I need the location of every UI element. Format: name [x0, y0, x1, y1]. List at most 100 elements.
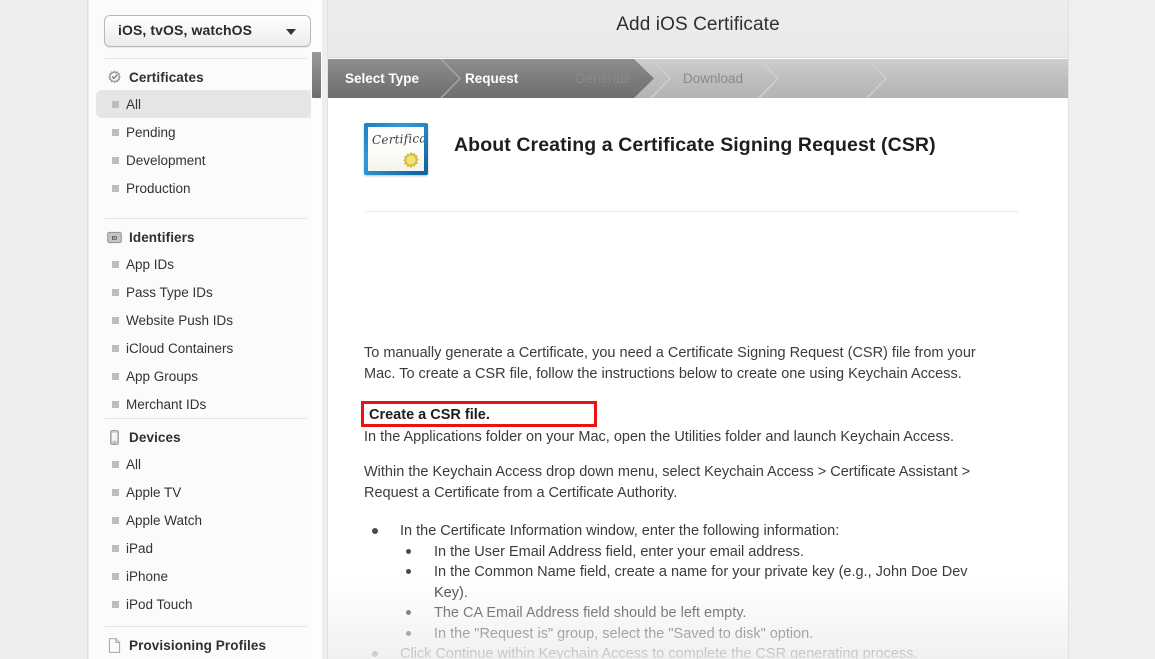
sidebar-item-bullet-icon: [112, 373, 119, 380]
intro-paragraph: To manually generate a Certificate, you …: [364, 345, 976, 382]
platform-select-dropdown[interactable]: iOS, tvOS, watchOS: [104, 15, 311, 47]
sidebar-item-all[interactable]: All: [96, 450, 314, 478]
sidebar-item-label: Apple TV: [126, 484, 182, 500]
sidebar-item-bullet-icon: [112, 185, 119, 192]
sidebar-scrollbar-thumb[interactable]: [312, 52, 321, 98]
sidebar-group-provisioning-profiles: Provisioning Profiles: [89, 632, 322, 658]
bullet-text: In the "Request is" group, select the "S…: [434, 625, 814, 642]
panel-titlebar: Add iOS Certificate: [328, 0, 1068, 58]
sidebar-item-production[interactable]: Production: [96, 174, 314, 202]
sidebar-item-ipad[interactable]: iPad: [96, 534, 314, 562]
sidebar-divider: [105, 218, 307, 219]
wizard-step-label: Generate: [575, 71, 632, 86]
sidebar-item-label: App IDs: [126, 256, 175, 272]
sidebar-item-bullet-icon: [112, 601, 119, 608]
sidebar-item-label: iPad: [126, 540, 154, 556]
wizard-separator-icon: [866, 59, 888, 98]
chevron-down-icon: [286, 29, 296, 35]
bullet-text: Click Continue within Keychain Access to…: [400, 646, 918, 659]
bullet-dot-icon: [406, 569, 411, 574]
sidebar-item-apple-watch[interactable]: Apple Watch: [96, 506, 314, 534]
sidebar-group-header[interactable]: Devices: [89, 424, 322, 450]
sidebar-group-identifiers: ID Identifiers App IDs Pass Type IDs Website…: [89, 224, 322, 418]
sidebar-item-pending[interactable]: Pending: [96, 118, 314, 146]
sidebar-item-website-push-ids[interactable]: Website Push IDs: [96, 306, 314, 334]
sidebar-group-certificates: Certificates All Pending Development Product…: [89, 64, 322, 202]
content-heading: About Creating a Certificate Signing Req…: [454, 134, 936, 156]
sidebar-item-ipod-touch[interactable]: iPod Touch: [96, 590, 314, 618]
sidebar-scrollbar-track[interactable]: [311, 0, 322, 659]
sidebar-group-title: Certificates: [129, 69, 204, 85]
sidebar-item-apple-tv[interactable]: Apple TV: [96, 478, 314, 506]
wizard-step-label: Download: [683, 71, 744, 86]
sidebar-item-bullet-icon: [112, 461, 119, 468]
sidebar-group-title: Devices: [129, 429, 181, 445]
wizard-step-download[interactable]: Download: [683, 59, 743, 98]
instruction-bullet-list: In the Certificate Information window, e…: [364, 521, 1004, 659]
id-badge-icon: ID: [107, 230, 122, 245]
sidebar-item-bullet-icon: [112, 573, 119, 580]
bullet-dot-icon: [372, 651, 378, 657]
certificate-document-icon: Certificate: [364, 123, 428, 175]
bullet-dot-icon: [406, 610, 411, 615]
applications-instruction-line: In the Applications folder on your Mac, …: [364, 429, 955, 445]
panel-content: Certificate About Creating a Certificate…: [328, 98, 1068, 659]
device-phone-icon: [107, 429, 122, 445]
sidebar-group-title: Identifiers: [129, 229, 195, 245]
sidebar-item-label: Pass Type IDs: [126, 284, 213, 300]
bullet-item-secondary: In the Common Name field, create a name …: [398, 562, 1004, 603]
bullet-item-secondary: In the "Request is" group, select the "S…: [398, 624, 1004, 645]
sidebar-item-bullet-icon: [112, 401, 119, 408]
sidebar-divider: [105, 418, 307, 419]
sidebar-item-merchant-ids[interactable]: Merchant IDs: [96, 390, 314, 418]
sidebar-item-bullet-icon: [112, 101, 119, 108]
csr-callout-box: Create a CSR file.: [361, 401, 597, 427]
sidebar-group-header[interactable]: Certificates: [89, 64, 322, 90]
bullet-item-secondary: The CA Email Address field should be lef…: [398, 603, 1004, 624]
sidebar-group-header[interactable]: Provisioning Profiles: [89, 632, 322, 658]
wizard-separator-icon: [650, 59, 672, 98]
sidebar-item-label: All: [126, 96, 142, 112]
sidebar-item-label: Production: [126, 180, 191, 196]
bullet-item-primary: In the Certificate Information window, e…: [364, 521, 1004, 542]
sidebar-scroll-content: iOS, tvOS, watchOS Certificates All Pendin…: [89, 0, 322, 659]
sidebar-group-title: Provisioning Profiles: [129, 637, 267, 653]
instruction-sub-bullet-list: In the User Email Address field, enter y…: [398, 542, 1004, 645]
keychain-menu-paragraph: Within the Keychain Access drop down men…: [364, 464, 971, 501]
sidebar-item-icloud-containers[interactable]: iCloud Containers: [96, 334, 314, 362]
sidebar-item-bullet-icon: [112, 289, 119, 296]
sidebar-item-bullet-icon: [112, 545, 119, 552]
sidebar-item-development[interactable]: Development: [96, 146, 314, 174]
certificate-icon-caption: Certificate: [371, 130, 424, 148]
sidebar-item-pass-type-ids[interactable]: Pass Type IDs: [96, 278, 314, 306]
app-root: iOS, tvOS, watchOS Certificates All Pendin…: [0, 0, 1155, 659]
sidebar-item-bullet-icon: [112, 317, 119, 324]
svg-text:ID: ID: [112, 235, 118, 241]
sidebar-item-iphone[interactable]: iPhone: [96, 562, 314, 590]
sidebar-item-bullet-icon: [112, 489, 119, 496]
wizard-separator-icon: [758, 59, 780, 98]
bullet-text: In the Certificate Information window, e…: [400, 523, 840, 539]
sidebar-item-app-ids[interactable]: App IDs: [96, 250, 314, 278]
sidebar-item-bullet-icon: [112, 129, 119, 136]
csr-callout-text: Create a CSR file.: [369, 407, 490, 423]
sidebar-group-header[interactable]: ID Identifiers: [89, 224, 322, 250]
sidebar-item-bullet-icon: [112, 517, 119, 524]
bullet-dot-icon: [406, 548, 411, 554]
sidebar-divider: [105, 626, 307, 627]
sidebar-item-label: iPhone: [126, 568, 169, 584]
sidebar-item-all[interactable]: All: [96, 90, 314, 118]
bullet-item-secondary: In the User Email Address field, enter y…: [398, 542, 1004, 563]
sidebar-item-label: iPod Touch: [126, 596, 193, 612]
sidebar-item-app-groups[interactable]: App Groups: [96, 362, 314, 390]
platform-select-value: iOS, tvOS, watchOS: [118, 22, 253, 38]
main-panel: Add iOS Certificate Select Type Request Ge…: [328, 0, 1068, 659]
wizard-separator-icon: [440, 59, 462, 98]
sidebar-group-devices: Devices All Apple TV Apple Watch iPad iPhone i…: [89, 424, 322, 618]
bullet-text: The CA Email Address field should be lef…: [434, 605, 747, 621]
certificate-icon-face: Certificate: [368, 127, 424, 171]
sidebar-item-label: Pending: [126, 124, 176, 140]
bullet-text: In the Common Name field, create a name …: [434, 564, 968, 601]
bullet-item-primary: Click Continue within Keychain Access to…: [364, 644, 1004, 659]
sidebar-item-label: All: [126, 456, 142, 472]
